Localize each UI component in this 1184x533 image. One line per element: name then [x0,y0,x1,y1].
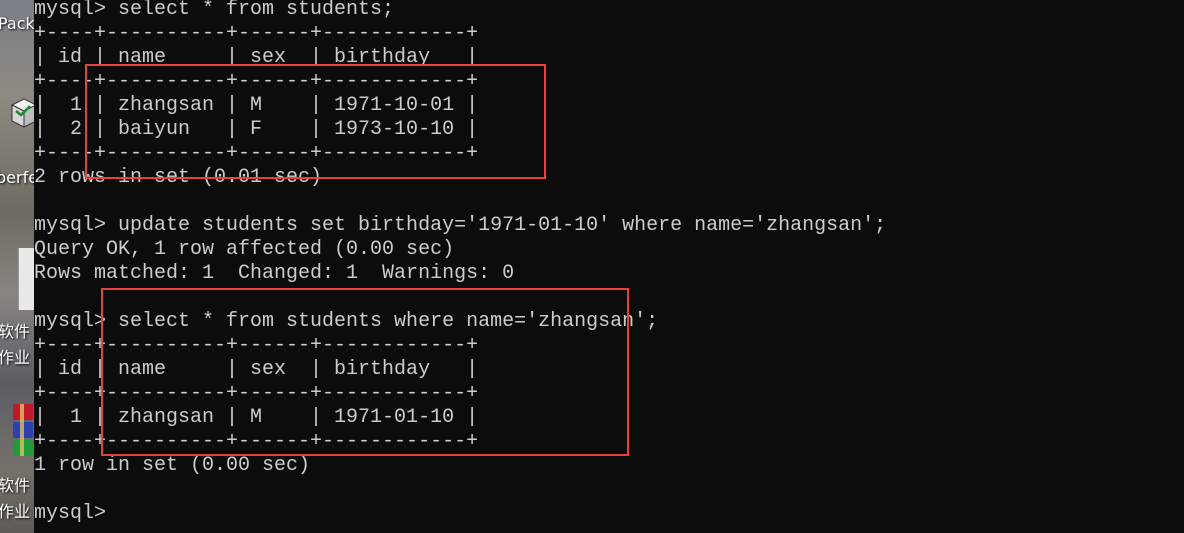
terminal-line: +----+----------+------+------------+ [34,22,479,45]
terminal-line: +----+----------+------+------------+ [34,142,479,165]
terminal-line: 2 rows in set (0.01 sec) [34,166,323,189]
document-icon[interactable] [18,248,34,310]
terminal-line: | 2 | baiyun | F | 1973-10-10 | [34,118,479,141]
terminal-line: +----+----------+------+------------+ [34,382,479,405]
terminal-prompt[interactable]: mysql> [34,502,886,526]
terminal-line: Query OK, 1 row affected (0.00 sec) [34,238,455,261]
terminal-line: Rows matched: 1 Changed: 1 Warnings: 0 [34,262,515,285]
terminal-line: +----+----------+------+------------+ [34,70,479,93]
desktop-icon-label: 软件 [0,476,31,495]
terminal-line: | 1 | zhangsan | M | 1971-10-01 | [34,94,479,117]
terminal-line: mysql> select * from students; [34,0,395,21]
desktop-icon-label: 软件 [0,322,31,341]
terminal-output: mysql> select * from students; +----+---… [34,0,886,526]
desktop-icon-label: 作业 [0,502,31,521]
terminal-line: +----+----------+------+------------+ [34,430,479,453]
terminal-line: +----+----------+------+------------+ [34,334,479,357]
package-icon[interactable] [10,95,34,134]
desktop-icon-label: berfe [0,168,34,187]
desktop-strip: Pack berfe 软件 作业 软件 作业 [0,0,34,533]
terminal-line: | id | name | sex | birthday | [34,358,479,381]
terminal-line: 1 row in set (0.00 sec) [34,454,311,477]
desktop-icon-label: 作业 [0,348,31,367]
terminal-window[interactable]: mysql> select * from students; +----+---… [34,0,1184,533]
terminal-line: | 1 | zhangsan | M | 1971-01-10 | [34,406,479,429]
terminal-line: mysql> select * from students where name… [34,310,659,333]
winrar-icon[interactable] [12,402,34,465]
terminal-line: mysql> update students set birthday='197… [34,214,887,237]
desktop-icon-label: Pack [0,14,34,33]
terminal-line: | id | name | sex | birthday | [34,46,479,69]
